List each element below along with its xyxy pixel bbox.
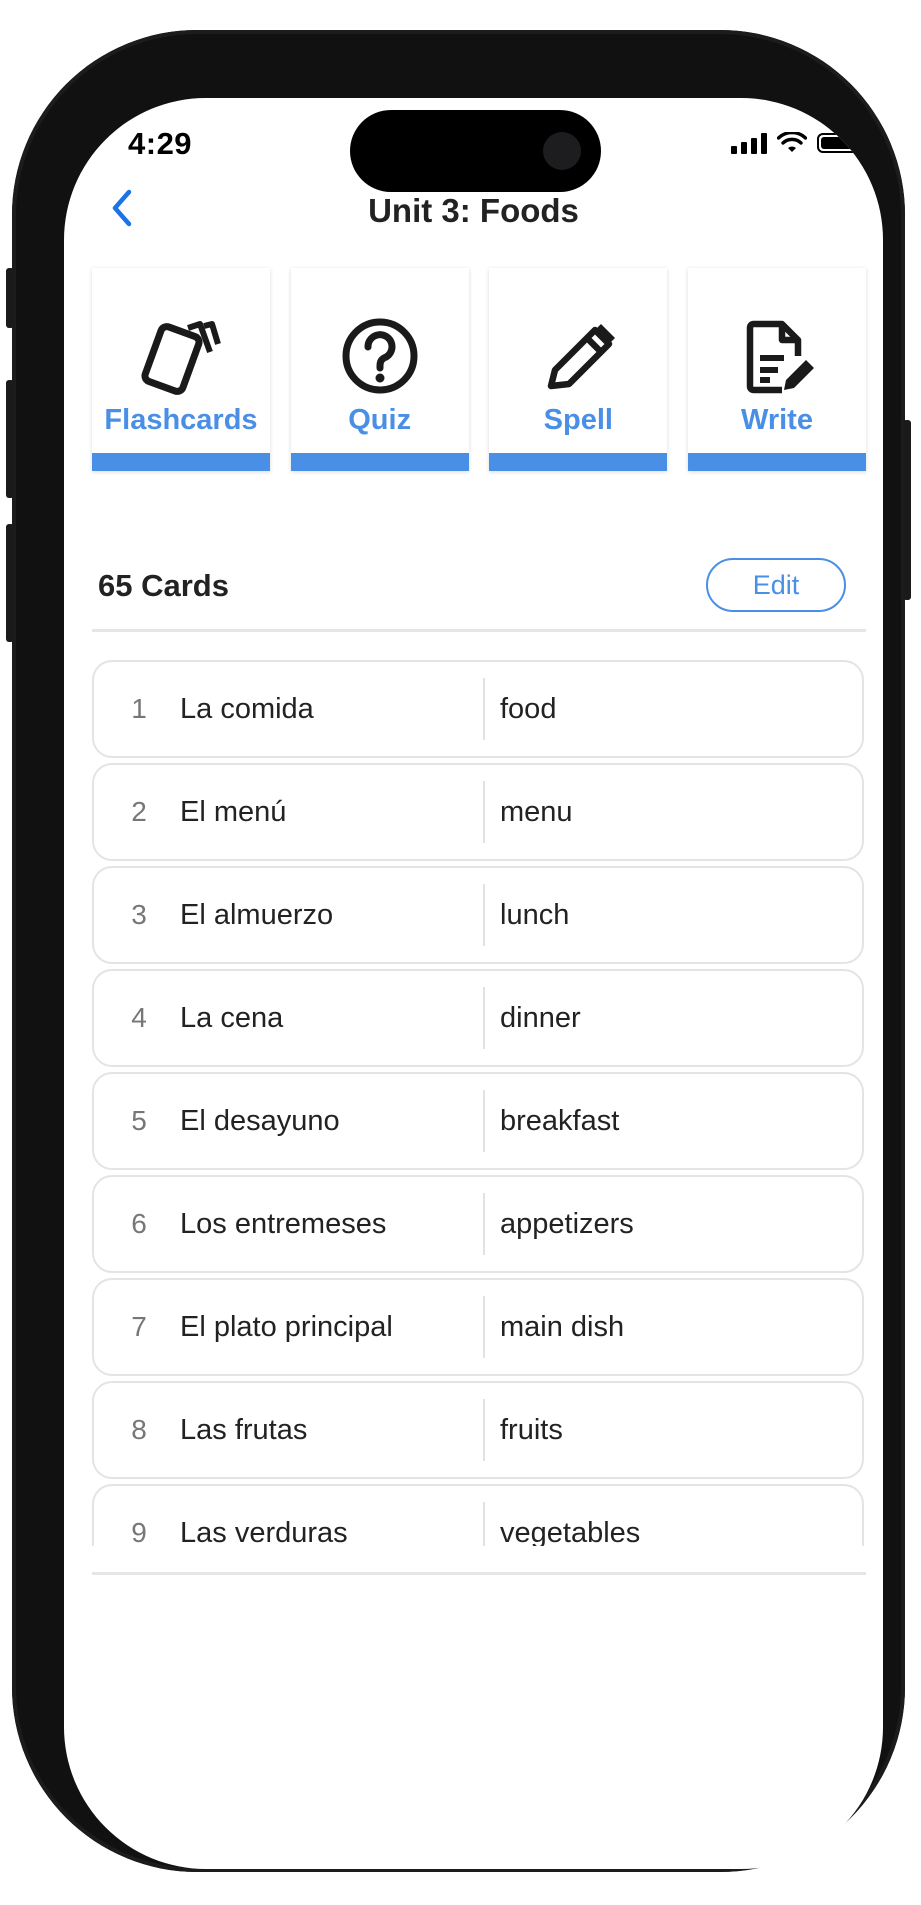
status-icons [731,132,865,154]
card-definition: menu [500,795,573,828]
document-edit-icon [688,316,866,406]
card-term: El plato principal [180,1310,393,1343]
card-definition: food [500,692,557,725]
page-title: Unit 3: Foods [368,192,579,229]
flashcards-mode-label: Flashcards [104,404,258,436]
card-number: 5 [131,1105,147,1136]
edit-button[interactable]: Edit [706,558,846,612]
card-definition: fruits [500,1413,563,1446]
mode-accent-bar [92,453,270,471]
card-separator [483,1193,485,1255]
volume-down-button [6,524,14,642]
divider [92,629,866,632]
flashcards-mode-button[interactable]: Flashcards [92,268,270,471]
card-row[interactable]: 2 El menú menu [92,763,864,861]
card-list[interactable]: 1 La comida food 2 El menú menu 3 El alm… [92,660,866,1546]
pencil-icon [489,316,667,406]
quiz-mode-button[interactable]: Quiz [290,268,469,471]
mode-accent-bar [687,453,866,471]
card-row[interactable]: 9 Las verduras vegetables [92,1484,864,1546]
card-row[interactable]: 1 La comida food [92,660,864,758]
card-row[interactable]: 6 Los entremeses appetizers [92,1175,864,1273]
spell-mode-label: Spell [543,404,613,436]
signal-icon [731,132,767,154]
wifi-icon [777,132,807,152]
card-term: El almuerzo [180,898,334,931]
card-term: La comida [180,692,314,725]
card-term: La cena [180,1001,284,1034]
card-row[interactable]: 4 La cena dinner [92,969,864,1067]
card-separator [483,884,485,946]
card-term: El menú [180,795,287,828]
card-term: El desayuno [180,1104,340,1137]
mode-accent-bar [290,453,469,471]
card-term: Los entremeses [180,1207,387,1240]
card-definition: dinner [500,1001,581,1034]
card-number: 1 [131,693,147,724]
card-count: 65 Cards [98,568,229,603]
card-separator [483,1296,485,1358]
card-number: 9 [131,1517,147,1546]
bottom-divider [92,1572,866,1575]
question-circle-icon [291,316,469,406]
card-number: 7 [131,1311,147,1342]
camera-lens [543,132,581,170]
card-definition: vegetables [500,1516,641,1547]
dynamic-island [350,110,601,192]
card-number: 2 [131,796,147,827]
spell-mode-button[interactable]: Spell [489,268,668,471]
flashcards-icon [92,316,270,406]
battery-icon [817,133,865,153]
study-modes: Flashcards Quiz Spell Write [92,268,866,471]
card-separator [483,1399,485,1461]
card-definition: main dish [500,1310,625,1343]
power-button [903,420,911,600]
card-number: 4 [131,1002,147,1033]
card-separator [483,1090,485,1152]
status-time: 4:29 [128,126,193,161]
card-row[interactable]: 7 El plato principal main dish [92,1278,864,1376]
card-term: Las verduras [180,1516,348,1547]
card-separator [483,1502,485,1546]
card-row[interactable]: 3 El almuerzo lunch [92,866,864,964]
card-row[interactable]: 5 El desayuno breakfast [92,1072,864,1170]
card-separator [483,781,485,843]
screen: 4:29 Unit 3: Foods Flashcards Quiz Spell… [64,98,883,1869]
card-number: 8 [131,1414,147,1445]
card-number: 6 [131,1208,147,1239]
quiz-mode-label: Quiz [348,404,412,436]
write-mode-button[interactable]: Write [687,268,866,471]
volume-up-button [6,380,14,498]
action-button [6,268,14,328]
card-term: Las frutas [180,1413,308,1446]
card-definition: breakfast [500,1104,620,1137]
write-mode-label: Write [740,404,813,436]
card-row[interactable]: 8 Las frutas fruits [92,1381,864,1479]
mode-accent-bar [489,453,668,471]
card-number: 3 [131,899,147,930]
card-definition: lunch [500,898,570,931]
phone-frame: 4:29 Unit 3: Foods Flashcards Quiz Spell… [6,30,911,1872]
card-separator [483,678,485,740]
card-separator [483,987,485,1049]
card-definition: appetizers [500,1207,634,1240]
